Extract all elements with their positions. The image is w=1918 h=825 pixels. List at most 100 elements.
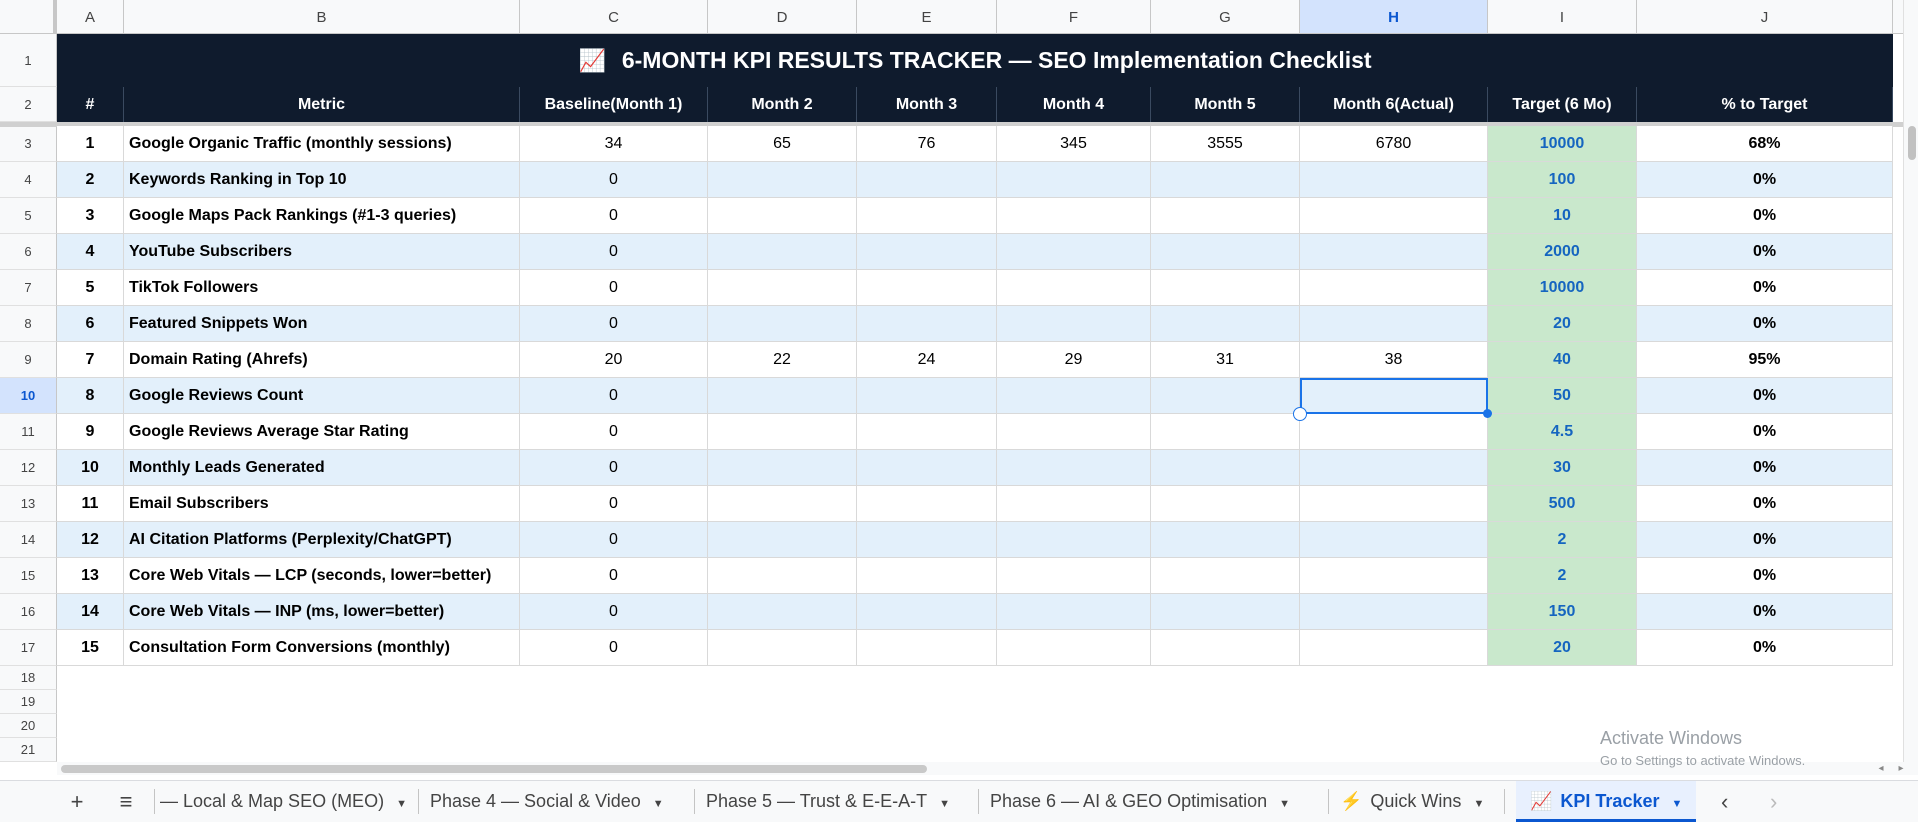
cell-baseline[interactable]: 0 bbox=[520, 630, 708, 666]
spreadsheet-grid[interactable]: ABCDEFGHIJ 1 2 3 4 5 6 7 8 9 10 11 12 13 14 15 16 17 18 19… bbox=[0, 0, 1918, 775]
cell-baseline[interactable]: 0 bbox=[520, 198, 708, 234]
selected-cell-outline[interactable] bbox=[1300, 378, 1488, 414]
cell-month-4[interactable] bbox=[997, 450, 1151, 486]
cell-month-3[interactable] bbox=[857, 522, 997, 558]
row-header-15[interactable]: 15 bbox=[0, 558, 57, 594]
cell-month-4[interactable] bbox=[997, 270, 1151, 306]
cell-percent-to-target[interactable]: 0% bbox=[1637, 450, 1893, 486]
cell-target[interactable]: 50 bbox=[1488, 378, 1637, 414]
cell-month-4[interactable] bbox=[997, 558, 1151, 594]
cell-month-6[interactable] bbox=[1300, 198, 1488, 234]
cell-baseline[interactable]: 0 bbox=[520, 270, 708, 306]
row-header-17[interactable]: 17 bbox=[0, 630, 57, 666]
row-header-5[interactable]: 5 bbox=[0, 198, 57, 234]
cell-number[interactable]: 10 bbox=[57, 450, 124, 486]
cell-target[interactable]: 2000 bbox=[1488, 234, 1637, 270]
cell-month-5[interactable] bbox=[1151, 270, 1300, 306]
row-header-16[interactable]: 16 bbox=[0, 594, 57, 630]
cell-baseline[interactable]: 0 bbox=[520, 378, 708, 414]
row-header-21[interactable]: 21 bbox=[0, 738, 57, 762]
cell-metric[interactable]: Domain Rating (Ahrefs) bbox=[124, 342, 520, 378]
cell-month-3[interactable] bbox=[857, 378, 997, 414]
cell-target[interactable]: 40 bbox=[1488, 342, 1637, 378]
cell-month-4[interactable] bbox=[997, 630, 1151, 666]
cell-month-4[interactable]: 29 bbox=[997, 342, 1151, 378]
cell-month-3[interactable] bbox=[857, 198, 997, 234]
cell-target[interactable]: 10 bbox=[1488, 198, 1637, 234]
column-header-b[interactable]: B bbox=[124, 0, 520, 33]
sheet-tab-6[interactable]: 📈 KPI Tracker ▼ bbox=[1516, 781, 1697, 822]
dropdown-arrow-icon[interactable]: ▼ bbox=[1279, 798, 1290, 810]
cell-metric[interactable]: Google Organic Traffic (monthly sessions… bbox=[124, 126, 520, 162]
column-header-h[interactable]: H bbox=[1300, 0, 1488, 33]
cell-number[interactable]: 15 bbox=[57, 630, 124, 666]
cell-metric[interactable]: Google Reviews Count bbox=[124, 378, 520, 414]
cell-month-5[interactable] bbox=[1151, 198, 1300, 234]
cell-month-4[interactable] bbox=[997, 594, 1151, 630]
cell-month-6[interactable] bbox=[1300, 486, 1488, 522]
cell-percent-to-target[interactable]: 0% bbox=[1637, 630, 1893, 666]
cell-month-5[interactable]: 31 bbox=[1151, 342, 1300, 378]
cell-month-3[interactable]: 76 bbox=[857, 126, 997, 162]
column-header-d[interactable]: D bbox=[708, 0, 857, 33]
sheet-tab-3[interactable]: Phase 5 — Trust & E-E-A-T ▼ bbox=[706, 781, 950, 822]
cell-month-6[interactable] bbox=[1300, 414, 1488, 450]
sheet-tab-1[interactable]: — Local & Map SEO (MEO) ▼ bbox=[160, 781, 407, 822]
cell-percent-to-target[interactable]: 0% bbox=[1637, 162, 1893, 198]
scroll-left-icon[interactable]: ◂ bbox=[1872, 762, 1890, 775]
cell-baseline[interactable]: 20 bbox=[520, 342, 708, 378]
row-header-10[interactable]: 10 bbox=[0, 378, 57, 414]
cell-baseline[interactable]: 0 bbox=[520, 162, 708, 198]
row-header-14[interactable]: 14 bbox=[0, 522, 57, 558]
cell-month-4[interactable] bbox=[997, 306, 1151, 342]
column-header-i[interactable]: I bbox=[1488, 0, 1637, 33]
cell-month-3[interactable] bbox=[857, 270, 997, 306]
dropdown-arrow-icon[interactable]: ▼ bbox=[653, 798, 664, 810]
column-header-g[interactable]: G bbox=[1151, 0, 1300, 33]
cell-month-4[interactable] bbox=[997, 234, 1151, 270]
cell-month-5[interactable] bbox=[1151, 486, 1300, 522]
cell-month-2[interactable]: 65 bbox=[708, 126, 857, 162]
cell-month-3[interactable] bbox=[857, 558, 997, 594]
cell-month-2[interactable] bbox=[708, 162, 857, 198]
cell-month-2[interactable] bbox=[708, 486, 857, 522]
cell-number[interactable]: 5 bbox=[57, 270, 124, 306]
cell-percent-to-target[interactable]: 95% bbox=[1637, 342, 1893, 378]
cell-baseline[interactable]: 34 bbox=[520, 126, 708, 162]
cell-month-2[interactable]: 22 bbox=[708, 342, 857, 378]
cell-percent-to-target[interactable]: 0% bbox=[1637, 270, 1893, 306]
cell-number[interactable]: 13 bbox=[57, 558, 124, 594]
cell-month-5[interactable] bbox=[1151, 450, 1300, 486]
sheet-tab-2[interactable]: Phase 4 — Social & Video ▼ bbox=[430, 781, 664, 822]
row-header-11[interactable]: 11 bbox=[0, 414, 57, 450]
cell-month-4[interactable] bbox=[997, 198, 1151, 234]
cell-month-2[interactable] bbox=[708, 594, 857, 630]
cell-metric[interactable]: Google Reviews Average Star Rating bbox=[124, 414, 520, 450]
cell-month-3[interactable] bbox=[857, 486, 997, 522]
cell-month-5[interactable] bbox=[1151, 630, 1300, 666]
cell-metric[interactable]: YouTube Subscribers bbox=[124, 234, 520, 270]
cell-percent-to-target[interactable]: 68% bbox=[1637, 126, 1893, 162]
cell-percent-to-target[interactable]: 0% bbox=[1637, 486, 1893, 522]
cell-metric[interactable]: Google Maps Pack Rankings (#1-3 queries) bbox=[124, 198, 520, 234]
cell-month-6[interactable] bbox=[1300, 630, 1488, 666]
all-sheets-icon[interactable]: ≡ bbox=[110, 781, 142, 822]
cell-month-4[interactable]: 345 bbox=[997, 126, 1151, 162]
cell-month-3[interactable] bbox=[857, 162, 997, 198]
row-header-13[interactable]: 13 bbox=[0, 486, 57, 522]
dropdown-arrow-icon[interactable]: ▼ bbox=[1671, 798, 1682, 810]
cell-percent-to-target[interactable]: 0% bbox=[1637, 594, 1893, 630]
cell-target[interactable]: 10000 bbox=[1488, 270, 1637, 306]
cell-month-6[interactable] bbox=[1300, 234, 1488, 270]
cell-metric[interactable]: Featured Snippets Won bbox=[124, 306, 520, 342]
dropdown-arrow-icon[interactable]: ▼ bbox=[396, 798, 407, 810]
cell-month-2[interactable] bbox=[708, 522, 857, 558]
horizontal-scroll-thumb[interactable] bbox=[61, 765, 927, 773]
sheet-tab-5[interactable]: ⚡ Quick Wins ▼ bbox=[1340, 781, 1484, 822]
cell-month-5[interactable] bbox=[1151, 306, 1300, 342]
row-header-19[interactable]: 19 bbox=[0, 690, 57, 714]
cell-month-3[interactable] bbox=[857, 630, 997, 666]
cell-baseline[interactable]: 0 bbox=[520, 594, 708, 630]
cell-target[interactable]: 500 bbox=[1488, 486, 1637, 522]
cell-metric[interactable]: AI Citation Platforms (Perplexity/ChatGP… bbox=[124, 522, 520, 558]
